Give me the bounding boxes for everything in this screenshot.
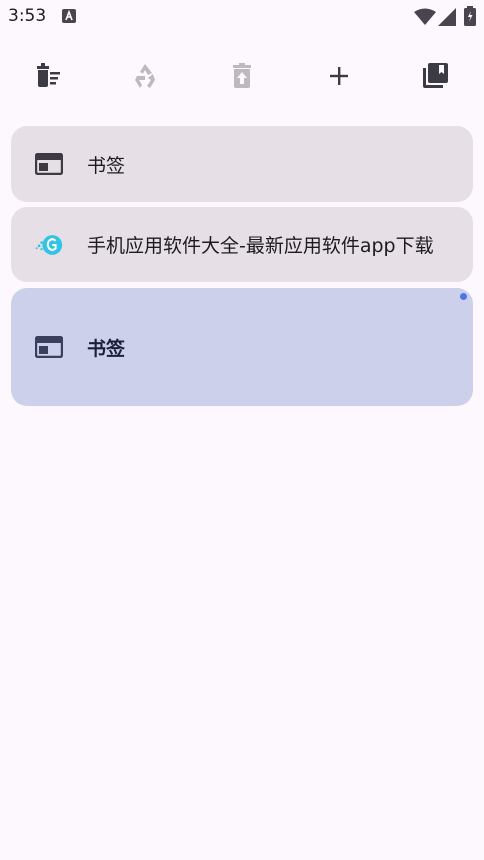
trash-restore-icon: [233, 63, 251, 88]
signal-icon: [438, 8, 456, 26]
web-tab-icon: [35, 152, 63, 176]
site-favicon: [35, 233, 63, 257]
tab-toolbar: [0, 55, 484, 97]
recycle-button[interactable]: [124, 55, 166, 97]
tab-title: 手机应用软件大全-最新应用软件app下载: [87, 235, 434, 257]
tab-card[interactable]: 书签: [11, 126, 473, 202]
battery-icon: [464, 6, 476, 26]
clear-all-icon: [37, 63, 60, 87]
tab-title: 书签: [87, 154, 126, 177]
tab-title: 书签: [87, 337, 126, 360]
clear-tabs-button[interactable]: [27, 55, 69, 97]
recycle-icon: [135, 64, 155, 88]
add-icon: [330, 67, 348, 85]
a-icon: [62, 9, 76, 23]
tab-card-selected[interactable]: 书签: [11, 288, 473, 406]
wifi-icon: [414, 8, 436, 25]
collections-icon: [423, 63, 448, 88]
collections-button[interactable]: [414, 55, 456, 97]
tab-card[interactable]: 手机应用软件大全-最新应用软件app下载: [11, 207, 473, 282]
active-indicator-dot: [460, 293, 467, 300]
restore-button[interactable]: [221, 55, 263, 97]
status-time: 3:53: [8, 6, 47, 26]
web-tab-icon: [35, 335, 63, 359]
add-tab-button[interactable]: [318, 55, 360, 97]
status-bar: 3:53: [0, 0, 484, 34]
